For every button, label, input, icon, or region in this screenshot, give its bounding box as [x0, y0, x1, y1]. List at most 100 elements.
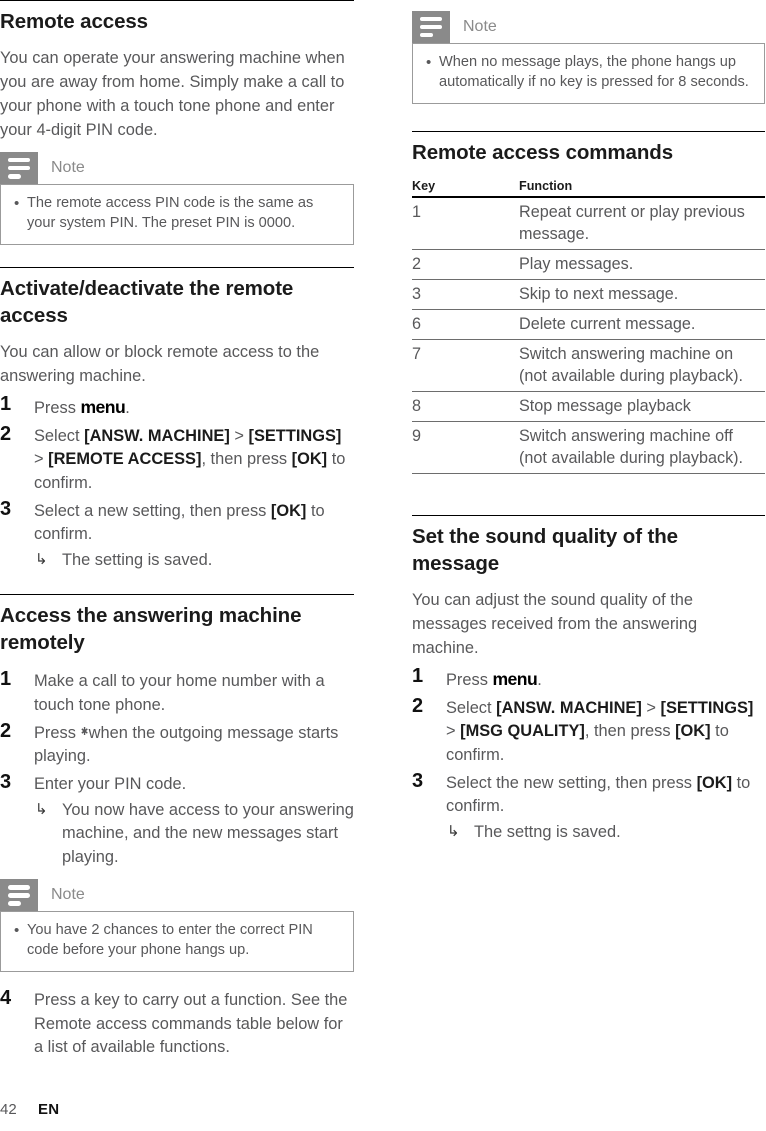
step-result: ↳ You now have access to your answering …	[35, 799, 354, 870]
step-list: 1 Press menu. 2 Select [ANSW. MACHINE] >…	[0, 392, 354, 572]
step-mid: , then press	[584, 722, 676, 741]
menu-sep-2: >	[34, 450, 49, 469]
note-body: • The remote access PIN code is the same…	[0, 184, 354, 245]
note-header: Note	[412, 11, 765, 43]
section-heading-sound-quality: Set the sound quality of the message	[412, 525, 678, 576]
column-header-function: Function	[519, 176, 765, 198]
cell-key: 8	[412, 391, 519, 422]
intro-paragraph: You can operate your answering machine w…	[0, 49, 345, 140]
cell-function: Skip to next message.	[519, 279, 765, 310]
note-body: • When no message plays, the phone hangs…	[412, 43, 765, 104]
table-row: 1 Repeat current or play previous messag…	[412, 196, 765, 250]
section-rule	[0, 0, 354, 1]
cell-key: 7	[412, 339, 519, 392]
table-row: 6 Delete current message.	[412, 309, 765, 340]
note-lines-icon	[0, 152, 38, 185]
ok-key-label: [OK]	[675, 722, 711, 741]
step-item: 1 Press menu.	[412, 664, 765, 693]
step-prefix: Press	[446, 671, 493, 690]
note-bullet-icon: •	[14, 922, 20, 940]
step-number: 3	[412, 769, 424, 792]
ok-key-label: [OK]	[291, 450, 328, 469]
step-text: Select the new setting, then press [OK] …	[446, 769, 765, 845]
step-item: 1 Press menu.	[0, 392, 354, 421]
step-item: 2 Select [ANSW. MACHINE] > [SETTINGS] > …	[412, 694, 765, 768]
note-bullet-icon: •	[426, 54, 432, 71]
step-number: 1	[412, 665, 424, 688]
menu-key-label: menu	[80, 397, 126, 418]
page-number: 42	[0, 1101, 17, 1118]
note-text: When no message plays, the phone hangs u…	[439, 54, 749, 90]
note-title: Note	[51, 886, 85, 904]
step-number: 2	[0, 422, 12, 445]
note-icon-bar-top	[420, 16, 442, 22]
left-column: Remote access You can operate your answe…	[0, 0, 354, 1061]
cell-key: 6	[412, 309, 519, 340]
section-heading-commands: Remote access commands	[412, 140, 674, 164]
note-header: Note	[0, 152, 354, 185]
note-icon-bar-middle	[420, 24, 442, 30]
step-text: Press menu.	[446, 664, 765, 693]
step-number: 3	[0, 770, 12, 793]
step-list: 4 Press a key to carry out a function. S…	[0, 986, 354, 1060]
cell-key: 1	[412, 196, 519, 250]
menu-path-1: [ANSW. MACHINE]	[496, 698, 642, 717]
step-number: 4	[0, 987, 12, 1010]
menu-key-label: menu	[492, 669, 538, 690]
menu-path-2: [SETTINGS]	[248, 426, 342, 445]
section-rule	[0, 594, 354, 596]
table-head: Key Function	[412, 176, 765, 198]
menu-sep-2: >	[446, 722, 461, 741]
menu-path-3: [REMOTE ACCESS]	[48, 450, 202, 469]
result-arrow-icon: ↳	[35, 800, 48, 818]
note-icon-bar-bottom	[8, 173, 21, 179]
step-number: 3	[0, 497, 12, 520]
step-text: Press ✱when the outgoing message starts …	[34, 719, 354, 769]
section-rule	[412, 130, 765, 132]
note-text: You have 2 chances to enter the correct …	[27, 922, 313, 959]
cell-function: Delete current message.	[519, 309, 765, 340]
note-lines-icon	[0, 879, 38, 912]
table-row: 7 Switch answering machine on (not avail…	[412, 339, 765, 392]
right-column: Note • When no message plays, the phone …	[412, 0, 765, 846]
step-number: 1	[0, 668, 12, 691]
table-row: 9 Switch answering machine off (not avai…	[412, 421, 765, 475]
note-icon-bar-bottom	[8, 901, 21, 906]
step-suffix: .	[537, 671, 542, 690]
ok-key-label: [OK]	[696, 773, 733, 792]
step-prefix: Press	[34, 723, 81, 742]
step-prefix: Select the new setting, then press	[446, 773, 697, 792]
step-text: Press a key to carry out a function. See…	[34, 991, 348, 1057]
cell-function: Play messages.	[519, 249, 765, 280]
menu-sep-1: >	[229, 426, 249, 445]
step-text: Make a call to your home number with a t…	[34, 672, 325, 715]
step-suffix: .	[125, 399, 130, 418]
step-number: 1	[0, 393, 12, 416]
menu-path-1: [ANSW. MACHINE]	[84, 426, 230, 445]
note-icon-bar-bottom	[420, 32, 433, 38]
step-item: 2 Select [ANSW. MACHINE] > [SETTINGS] > …	[0, 422, 354, 496]
cell-function: Stop message playback	[519, 391, 765, 422]
menu-path-2: [SETTINGS]	[660, 698, 754, 717]
section-rule	[0, 266, 354, 268]
step-item: 1 Make a call to your home number with a…	[0, 667, 354, 717]
step-text: Select [ANSW. MACHINE] > [SETTINGS] > [R…	[34, 422, 354, 496]
cell-key: 3	[412, 279, 519, 310]
cell-function: Switch answering machine off (not availa…	[519, 421, 765, 475]
note-box: Note • The remote access PIN code is the…	[0, 152, 354, 245]
step-list: 1 Make a call to your home number with a…	[0, 667, 354, 869]
note-box: Note • You have 2 chances to enter the c…	[0, 879, 354, 973]
step-result: ↳ The settng is saved.	[447, 821, 765, 845]
language-code: EN	[38, 1101, 60, 1118]
cell-function: Switch answering machine on (not availab…	[519, 339, 765, 392]
menu-sep-1: >	[641, 698, 661, 717]
step-main-text: Enter your PIN code.	[34, 774, 187, 793]
table-row: 2 Play messages.	[412, 249, 765, 280]
note-text: The remote access PIN code is the same a…	[27, 195, 314, 232]
menu-path-3: [MSG QUALITY]	[460, 722, 585, 741]
section-paragraph: You can adjust the sound quality of the …	[412, 591, 698, 658]
note-body: • You have 2 chances to enter the correc…	[0, 911, 354, 973]
note-bullet-icon: •	[14, 195, 20, 213]
page-footer: 42 EN	[0, 1101, 59, 1118]
table-row: 3 Skip to next message.	[412, 279, 765, 310]
